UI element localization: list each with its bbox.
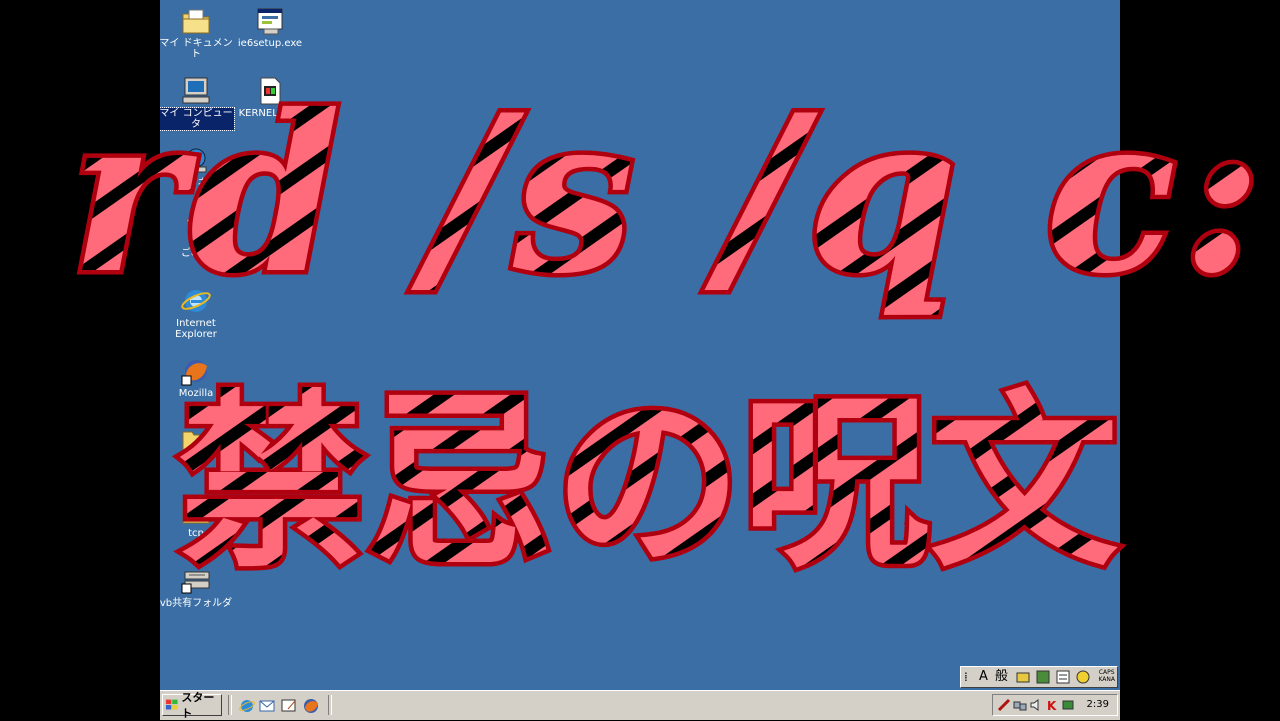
icon-label: ie6setup.exe	[237, 38, 303, 49]
firefox-icon[interactable]	[302, 697, 320, 715]
taskbar-separator	[228, 695, 232, 715]
windows-logo-icon	[165, 699, 178, 710]
desktop-icon-vb-shared-folder[interactable]: vb共有フォルダ	[160, 566, 234, 609]
my-network-icon	[185, 148, 207, 173]
taskbar: スタート K 2:39	[160, 690, 1120, 720]
icon-label: マイ ネッ	[174, 178, 218, 189]
start-button[interactable]: スタート	[162, 691, 222, 720]
outlook-express-icon[interactable]	[258, 697, 276, 715]
caps-label: CAPS	[1098, 669, 1115, 676]
icon-label: Proc	[185, 458, 207, 469]
clock[interactable]: 2:39	[1087, 699, 1109, 710]
desktop-icon-internet-explorer[interactable]: Internet Explorer	[160, 286, 234, 340]
desktop-icon-my-documents[interactable]: マイ ドキュメント	[160, 6, 234, 60]
ime-handle-icon[interactable]: ⁞	[964, 669, 968, 685]
ime-dictionary-icon[interactable]	[1055, 669, 1071, 685]
caps-kana-indicator: CAPS KANA	[1098, 669, 1115, 683]
internet-explorer-icon[interactable]	[238, 697, 256, 715]
icon-label: マイ ドキュメント	[160, 38, 233, 60]
folder-icon	[182, 501, 210, 524]
tray-app-icon[interactable]	[1061, 698, 1075, 712]
internet-explorer-icon	[181, 290, 211, 312]
dll-file-icon	[260, 77, 281, 105]
show-desktop-icon[interactable]	[280, 697, 298, 715]
antivirus-icon[interactable]: K	[1045, 698, 1059, 712]
my-documents-icon	[182, 9, 210, 34]
recycle-bin-icon	[186, 218, 206, 244]
folder-icon	[182, 431, 210, 454]
ime-tool-icon[interactable]	[1015, 669, 1031, 685]
ime-pad-icon[interactable]	[1035, 669, 1051, 685]
ime-help-icon[interactable]	[1075, 669, 1091, 685]
icon-label: ごみ箱	[181, 248, 211, 259]
icon-label: vb共有フォルダ	[160, 598, 233, 609]
my-computer-icon	[182, 77, 210, 104]
icon-label: tcp	[188, 528, 204, 539]
system-tray: K 2:39	[992, 694, 1118, 716]
start-label: スタート	[181, 691, 215, 720]
kana-label: KANA	[1098, 676, 1115, 683]
firefox-icon	[181, 360, 207, 386]
icon-label: Internet Explorer	[175, 318, 217, 340]
ime-input-mode[interactable]: A	[979, 669, 988, 685]
network-icon[interactable]	[1013, 698, 1027, 712]
icon-label: マイ コンピュータ	[160, 107, 235, 131]
shared-folder-shortcut-icon	[181, 571, 210, 594]
icon-label: KERNEL32.D	[238, 108, 302, 119]
icon-label: Mozilla	[178, 388, 214, 399]
pen-tool-icon[interactable]	[997, 698, 1011, 712]
desktop-icon-tcp-folder[interactable]: tcp	[160, 496, 234, 539]
desktop-icon-proc-folder[interactable]: Proc	[160, 426, 234, 469]
desktop-icon-ie6setup[interactable]: ie6setup.exe	[232, 6, 308, 49]
desktop-icon-my-network[interactable]: マイ ネッ	[160, 146, 234, 189]
ime-language-bar[interactable]: ⁞ A 般 CAPS KANA	[960, 666, 1118, 688]
setup-exe-icon	[257, 8, 283, 35]
volume-icon[interactable]	[1029, 698, 1043, 712]
desktop-icon-recycle-bin[interactable]: ごみ箱	[160, 216, 234, 259]
taskbar-separator	[328, 695, 332, 715]
svg-text:K: K	[1047, 699, 1057, 712]
desktop-icon-kernel32[interactable]: KERNEL32.D	[232, 76, 308, 119]
desktop-icon-mozilla-firefox[interactable]: Mozilla	[160, 356, 234, 399]
desktop[interactable]: マイ ドキュメント ie6setup.exe マイ コンピュータ KERNEL3…	[160, 0, 1120, 720]
ime-kanji-mode[interactable]: 般	[995, 669, 1008, 685]
desktop-icon-my-computer[interactable]: マイ コンピュータ	[160, 76, 235, 131]
